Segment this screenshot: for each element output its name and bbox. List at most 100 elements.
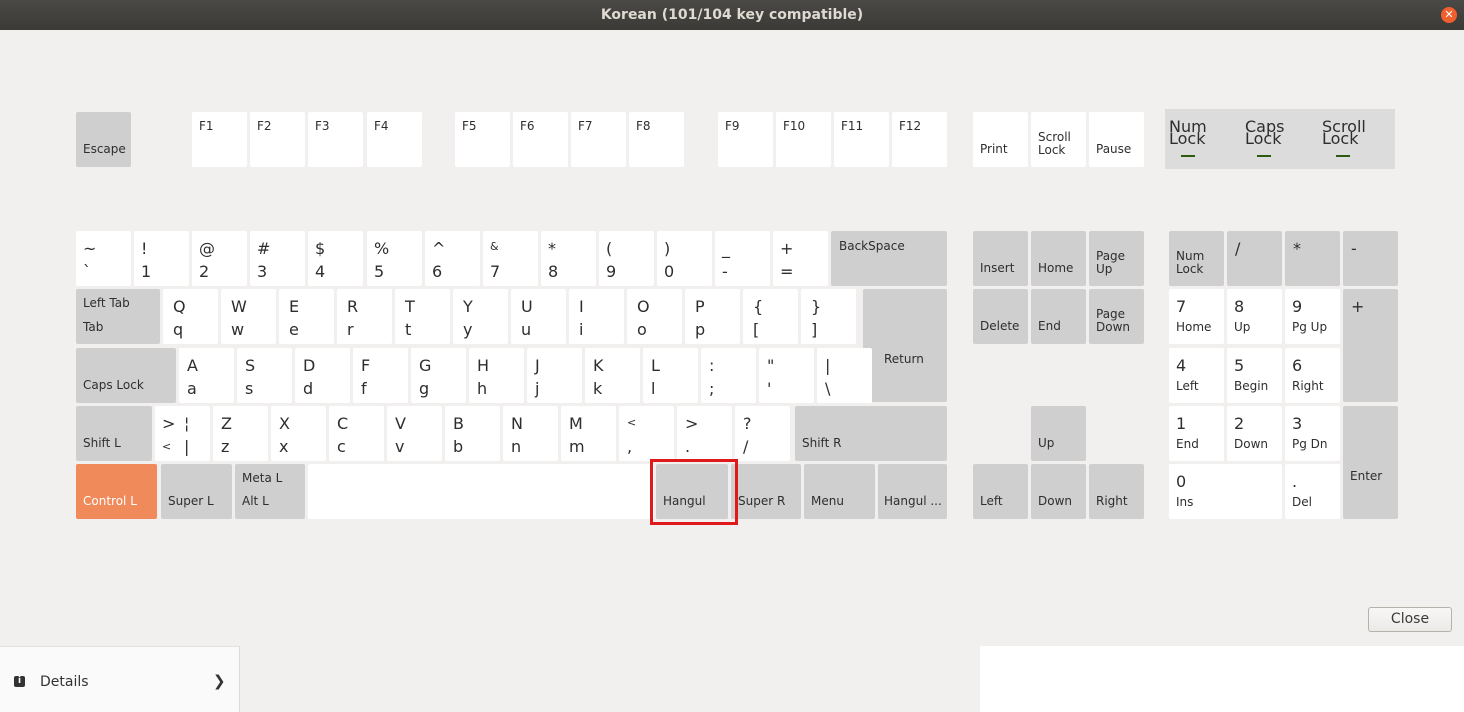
key-up[interactable]: Up xyxy=(1031,406,1086,461)
key-x[interactable]: Xx xyxy=(271,406,326,461)
key-less-greater[interactable]: > < ¦ | xyxy=(155,406,210,461)
key-p[interactable]: Pp xyxy=(685,289,740,344)
key-9[interactable]: (9 xyxy=(599,231,654,286)
key-hangul[interactable]: Hangul xyxy=(656,464,728,519)
key-f10[interactable]: F10 xyxy=(776,112,831,167)
key-u[interactable]: Uu xyxy=(511,289,566,344)
key-kp-minus[interactable]: - xyxy=(1343,231,1398,286)
key-s[interactable]: Ss xyxy=(237,348,292,403)
key-8[interactable]: * 8 xyxy=(541,231,596,286)
key-o[interactable]: Oo xyxy=(627,289,682,344)
key-q[interactable]: Qq xyxy=(163,289,218,344)
key-k[interactable]: Kk xyxy=(585,348,640,403)
key-kp-6[interactable]: 6 Right xyxy=(1285,348,1340,403)
key-scroll-lock[interactable]: Scroll Lock xyxy=(1031,112,1086,167)
key-w[interactable]: Ww xyxy=(221,289,276,344)
key-page-down[interactable]: Page Down xyxy=(1089,289,1144,344)
key-shift-left[interactable]: Shift L xyxy=(76,406,152,461)
key-period[interactable]: >. xyxy=(677,406,732,461)
key-f1[interactable]: F1 xyxy=(192,112,247,167)
key-super-right[interactable]: Super R xyxy=(731,464,801,519)
key-a[interactable]: Aa xyxy=(179,348,234,403)
key-backspace[interactable]: BackSpace xyxy=(831,231,947,286)
key-space[interactable] xyxy=(308,464,654,519)
window-close-icon[interactable]: ✕ xyxy=(1441,7,1457,23)
key-d[interactable]: Dd xyxy=(295,348,350,403)
close-button[interactable]: Close xyxy=(1368,607,1452,632)
key-r[interactable]: Rr xyxy=(337,289,392,344)
key-0[interactable]: ) 0 xyxy=(657,231,712,286)
key-g[interactable]: Gg xyxy=(411,348,466,403)
key-tab[interactable]: Left Tab Tab xyxy=(76,289,160,344)
key-kp-3[interactable]: 3 Pg Dn xyxy=(1285,406,1340,461)
key-bracket-left[interactable]: {[ xyxy=(743,289,798,344)
key-control-left[interactable]: Control L xyxy=(76,464,157,519)
key-kp-1[interactable]: 1 End xyxy=(1169,406,1224,461)
key-3[interactable]: #3 xyxy=(250,231,305,286)
key-h[interactable]: Hh xyxy=(469,348,524,403)
key-shift-right[interactable]: Shift R xyxy=(795,406,947,461)
key-f9[interactable]: F9 xyxy=(718,112,773,167)
key-grave[interactable]: ~ ` xyxy=(76,231,131,286)
key-page-up[interactable]: Page Up xyxy=(1089,231,1144,286)
key-print[interactable]: Print xyxy=(973,112,1028,167)
key-return[interactable]: Return xyxy=(863,289,947,402)
key-kp-enter[interactable]: Enter xyxy=(1343,406,1398,519)
key-kp-7[interactable]: 7 Home xyxy=(1169,289,1224,344)
details-row[interactable]: i Details ❯ xyxy=(0,646,240,712)
key-f[interactable]: Ff xyxy=(353,348,408,403)
key-f5[interactable]: F5 xyxy=(455,112,510,167)
key-f8[interactable]: F8 xyxy=(629,112,684,167)
key-end[interactable]: End xyxy=(1031,289,1086,344)
key-hangul-hanja[interactable]: Hangul ... xyxy=(878,464,947,519)
key-f4[interactable]: F4 xyxy=(367,112,422,167)
key-n[interactable]: Nn xyxy=(503,406,558,461)
key-kp-divide[interactable]: / xyxy=(1227,231,1282,286)
key-kp-multiply[interactable]: * xyxy=(1285,231,1340,286)
key-7[interactable]: & 7 xyxy=(483,231,538,286)
key-pause[interactable]: Pause xyxy=(1089,112,1144,167)
key-kp-decimal[interactable]: . Del xyxy=(1285,464,1340,519)
key-t[interactable]: Tt xyxy=(395,289,450,344)
key-caps-lock[interactable]: Caps Lock xyxy=(76,348,176,403)
key-insert[interactable]: Insert xyxy=(973,231,1028,286)
key-i[interactable]: Ii xyxy=(569,289,624,344)
key-z[interactable]: Zz xyxy=(213,406,268,461)
key-6[interactable]: ^ 6 xyxy=(425,231,480,286)
key-num-lock[interactable]: Num Lock xyxy=(1169,231,1224,286)
key-m[interactable]: Mm xyxy=(561,406,616,461)
key-semicolon[interactable]: :; xyxy=(701,348,756,403)
key-right[interactable]: Right xyxy=(1089,464,1144,519)
key-comma[interactable]: <, xyxy=(619,406,674,461)
key-kp-2[interactable]: 2 Down xyxy=(1227,406,1282,461)
key-bracket-right[interactable]: }] xyxy=(801,289,856,344)
key-e[interactable]: Ee xyxy=(279,289,334,344)
key-4[interactable]: $4 xyxy=(308,231,363,286)
key-l[interactable]: Ll xyxy=(643,348,698,403)
key-down[interactable]: Down xyxy=(1031,464,1086,519)
key-equal[interactable]: + = xyxy=(773,231,828,286)
key-2[interactable]: @2 xyxy=(192,231,247,286)
key-f12[interactable]: F12 xyxy=(892,112,947,167)
key-v[interactable]: Vv xyxy=(387,406,442,461)
key-c[interactable]: Cc xyxy=(329,406,384,461)
key-kp-plus[interactable]: + xyxy=(1343,289,1398,402)
key-1[interactable]: ! 1 xyxy=(134,231,189,286)
key-b[interactable]: Bb xyxy=(445,406,500,461)
key-super-left[interactable]: Super L xyxy=(161,464,232,519)
key-kp-5[interactable]: 5 Begin xyxy=(1227,348,1282,403)
key-kp-0[interactable]: 0 Ins xyxy=(1169,464,1282,519)
key-apostrophe[interactable]: " ' xyxy=(759,348,814,403)
key-slash[interactable]: ? / xyxy=(735,406,790,461)
key-kp-4[interactable]: 4 Left xyxy=(1169,348,1224,403)
key-j[interactable]: Jj xyxy=(527,348,582,403)
key-home[interactable]: Home xyxy=(1031,231,1086,286)
key-f3[interactable]: F3 xyxy=(308,112,363,167)
key-5[interactable]: % 5 xyxy=(367,231,422,286)
key-f7[interactable]: F7 xyxy=(571,112,626,167)
key-backslash[interactable]: | \ xyxy=(817,348,872,403)
key-kp-9[interactable]: 9 Pg Up xyxy=(1285,289,1340,344)
key-f11[interactable]: F11 xyxy=(834,112,889,167)
key-kp-8[interactable]: 8 Up xyxy=(1227,289,1282,344)
key-alt-left[interactable]: Meta L Alt L xyxy=(235,464,305,519)
